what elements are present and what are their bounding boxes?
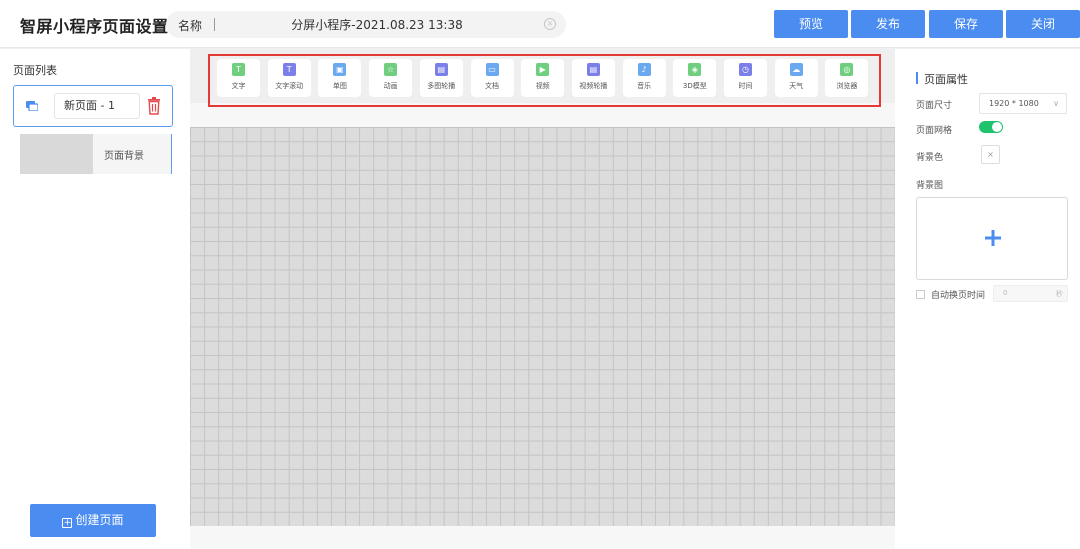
tool-image-carousel[interactable]: ▤ 多图轮播	[419, 59, 463, 97]
plus-square-icon: +	[62, 518, 73, 528]
auto-switch-checkbox[interactable]	[916, 290, 925, 299]
tool-browser[interactable]: ◎ 浏览器	[825, 59, 869, 97]
music-icon: ♪	[637, 63, 651, 76]
clear-icon[interactable]: ×	[544, 18, 556, 30]
tool-label: 文档	[485, 82, 499, 90]
page-size-select[interactable]: 1920 * 1080 ∨	[979, 93, 1067, 114]
tool-music[interactable]: ♪ 音乐	[622, 59, 666, 97]
screen-icon	[26, 101, 38, 111]
page-properties-panel: 页面属性 页面尺寸 1920 * 1080 ∨ 页面网格 背景色 × 背景图 自…	[895, 49, 1080, 549]
tool-text-scroll[interactable]: T 文字滚动	[267, 59, 311, 97]
image-carousel-icon: ▤	[434, 63, 448, 76]
save-button[interactable]: 保存	[929, 10, 1003, 38]
page-background-label: 页面背景	[104, 151, 144, 162]
tool-label: 3D模型	[682, 82, 707, 90]
preview-button[interactable]: 预览	[774, 10, 848, 38]
page-size-label: 页面尺寸	[916, 101, 953, 111]
canvas-grid[interactable]	[190, 127, 895, 526]
tool-label: 浏览器	[836, 82, 858, 90]
name-input[interactable]	[222, 11, 532, 38]
title-accent-bar	[916, 72, 918, 84]
page-background-item[interactable]: 页面背景	[20, 134, 172, 174]
tool-image[interactable]: ▣ 单图	[318, 59, 362, 97]
page-name-input[interactable]: 新页面 - 1	[54, 93, 140, 119]
tool-label: 文字	[231, 82, 246, 90]
tool-3d-model[interactable]: ◈ 3D模型	[673, 59, 717, 97]
tool-label: 多图轮播	[427, 82, 456, 90]
video-carousel-icon: ▤	[586, 63, 600, 76]
page-list-item[interactable]: 新页面 - 1	[13, 85, 173, 127]
tool-text[interactable]: T 文字	[217, 59, 260, 97]
name-label: 名称	[178, 19, 203, 33]
image-icon: ▣	[333, 63, 347, 76]
create-page-button[interactable]: + 创建页面	[30, 504, 156, 537]
tool-label: 单图	[332, 82, 347, 90]
tool-video-carousel[interactable]: ▤ 视频轮播	[571, 59, 615, 97]
background-thumbnail	[20, 134, 93, 174]
tool-label: 文字滚动	[275, 82, 304, 90]
tool-label: 时间	[738, 82, 753, 90]
3d-model-icon: ◈	[688, 63, 702, 76]
tool-weather[interactable]: ☁ 天气	[774, 59, 818, 97]
publish-button[interactable]: 发布	[851, 10, 925, 38]
tool-clock[interactable]: ◷ 时间	[724, 59, 767, 97]
name-separator	[214, 18, 215, 31]
page-list-title: 页面列表	[13, 64, 57, 77]
background-image-label: 背景图	[916, 181, 944, 191]
chevron-down-icon: ∨	[1053, 99, 1059, 108]
toggle-knob	[992, 122, 1002, 132]
page-grid-label: 页面网格	[916, 126, 953, 136]
page-properties-title: 页面属性	[924, 73, 968, 86]
browser-icon: ◎	[840, 63, 854, 76]
tool-document[interactable]: ▭ 文档	[470, 59, 514, 97]
tool-label: 音乐	[637, 82, 652, 90]
tool-label: 动画	[383, 82, 398, 90]
plus-icon	[985, 230, 1001, 246]
text-icon: T	[232, 63, 245, 76]
auto-switch-unit: 秒	[1056, 290, 1063, 298]
background-image-upload[interactable]	[916, 197, 1068, 280]
text-scroll-icon: T	[282, 63, 296, 76]
page-grid-toggle[interactable]	[979, 121, 1003, 133]
close-button[interactable]: 关闭	[1006, 10, 1080, 38]
auto-switch-label: 自动换页时间	[931, 291, 986, 301]
auto-switch-time-input[interactable]: 0 秒	[993, 285, 1068, 302]
app-title: 智屏小程序页面设置	[20, 17, 169, 36]
name-field-container: 名称 ×	[166, 11, 566, 38]
page-list-panel: 页面列表 新页面 - 1 页面背景 + 创建页面	[0, 49, 190, 549]
tool-label: 视频轮播	[579, 82, 608, 90]
tool-video[interactable]: ▶ 视频	[521, 59, 565, 97]
animation-icon: ☆	[384, 63, 398, 76]
tool-animation[interactable]: ☆ 动画	[369, 59, 413, 97]
page-size-value: 1920 * 1080	[989, 99, 1039, 108]
top-header: 智屏小程序页面设置 名称 × 预览 发布 保存 关闭	[0, 0, 1080, 48]
weather-icon: ☁	[789, 63, 803, 76]
background-color-picker[interactable]: ×	[981, 145, 1000, 164]
document-icon: ▭	[485, 63, 499, 76]
trash-icon[interactable]	[147, 97, 161, 115]
clock-icon: ◷	[739, 63, 752, 76]
video-icon: ▶	[536, 63, 550, 76]
auto-switch-value: 0	[1003, 289, 1008, 297]
tool-label: 天气	[789, 82, 804, 90]
canvas-bottom-bar	[190, 526, 895, 549]
tool-label: 视频	[535, 82, 550, 90]
background-color-label: 背景色	[916, 153, 944, 163]
create-page-label: 创建页面	[75, 513, 124, 527]
